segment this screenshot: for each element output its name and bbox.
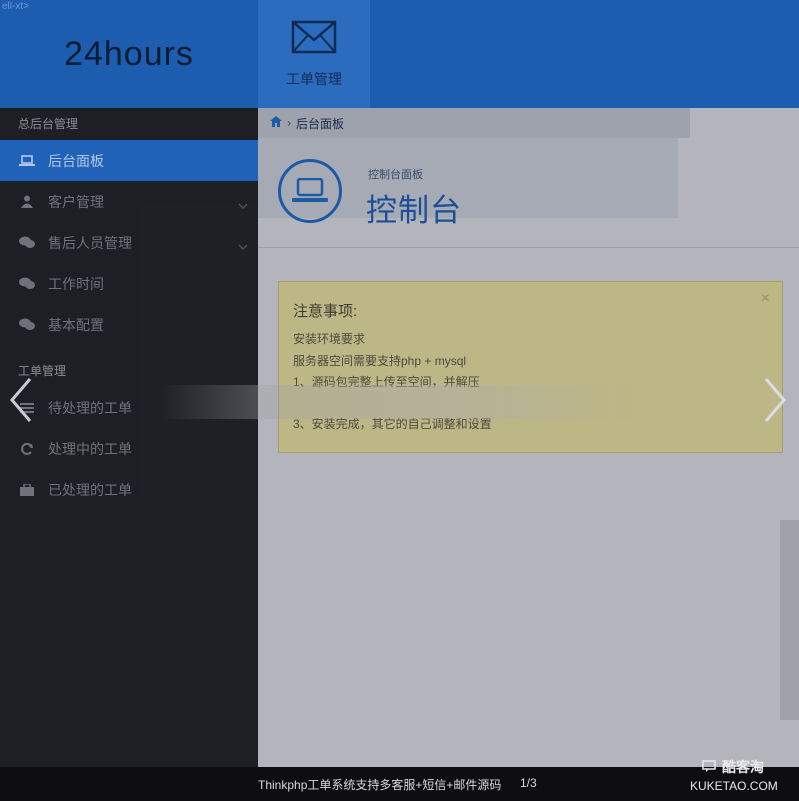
sidebar-item-label: 基本配置 [48, 316, 104, 333]
next-arrow-icon[interactable] [760, 375, 790, 425]
sidebar-item-label: 后台面板 [48, 152, 104, 169]
sidebar-item-dashboard[interactable]: 后台面板 [0, 140, 258, 181]
carousel-caption: Thinkphp工单系统支持多客服+短信+邮件源码 1/3 [0, 767, 799, 801]
nav-tickets-label: 工单管理 [286, 70, 342, 87]
sidebar-item-label: 待处理的工单 [48, 399, 132, 416]
refresh-icon [18, 442, 36, 456]
home-icon[interactable] [270, 116, 282, 130]
user-icon [18, 195, 36, 209]
sidebar-item-label: 处理中的工单 [48, 440, 132, 457]
laptop-icon [278, 159, 342, 223]
main-content: › 后台面板 控制台面板 控制台 × 注意事项: 安装环境要求 服务器空间需要支… [258, 108, 799, 767]
comments-icon [18, 318, 36, 332]
chat-icon [702, 759, 716, 775]
caption-text: Thinkphp工单系统支持多客服+短信+邮件源码 [258, 778, 502, 792]
breadcrumb-separator: › [287, 116, 291, 130]
nav-tickets[interactable]: 工单管理 [258, 0, 370, 108]
laptop-icon [18, 154, 36, 168]
right-edge-panel [780, 520, 799, 720]
top-header: ell-xt> 24hours 工单管理 [0, 0, 799, 108]
comments-icon [18, 236, 36, 250]
notice-box: × 注意事项: 安装环境要求 服务器空间需要支持php + mysql 1、源码… [278, 281, 783, 453]
envelope-icon [291, 20, 337, 59]
watermark: 酷客淘 KUKETAO.COM [690, 757, 778, 793]
breadcrumb-current: 后台面板 [296, 116, 345, 131]
divider [258, 247, 799, 248]
page-counter: 1/3 [520, 776, 537, 790]
notice-line: 安装环境要求 [293, 332, 366, 346]
sidebar-section-admin: 总后台管理 [18, 117, 79, 131]
brand-logo[interactable]: 24hours [0, 0, 258, 108]
sidebar-item-label: 已处理的工单 [48, 481, 132, 498]
prev-arrow-icon[interactable] [6, 375, 36, 425]
notice-line: 服务器空间需要支持php + mysql [293, 354, 467, 368]
briefcase-icon [18, 483, 36, 497]
background-slide-ghost [140, 205, 258, 495]
comments-icon [18, 277, 36, 291]
sidebar-item-label: 工作时间 [48, 275, 104, 292]
notice-title: 注意事项: [293, 303, 358, 320]
breadcrumb: › 后台面板 [258, 108, 690, 138]
close-icon[interactable]: × [761, 290, 770, 308]
page-title: 控制台 [366, 193, 462, 228]
watermark-name: 酷客淘 [722, 759, 764, 775]
blurred-strip [160, 385, 640, 419]
sidebar-item-label: 客户管理 [48, 193, 104, 210]
sidebar-item-label: 售后人员管理 [48, 234, 132, 251]
page-subtitle: 控制台面板 [368, 169, 423, 181]
watermark-domain: KUKETAO.COM [690, 779, 778, 793]
